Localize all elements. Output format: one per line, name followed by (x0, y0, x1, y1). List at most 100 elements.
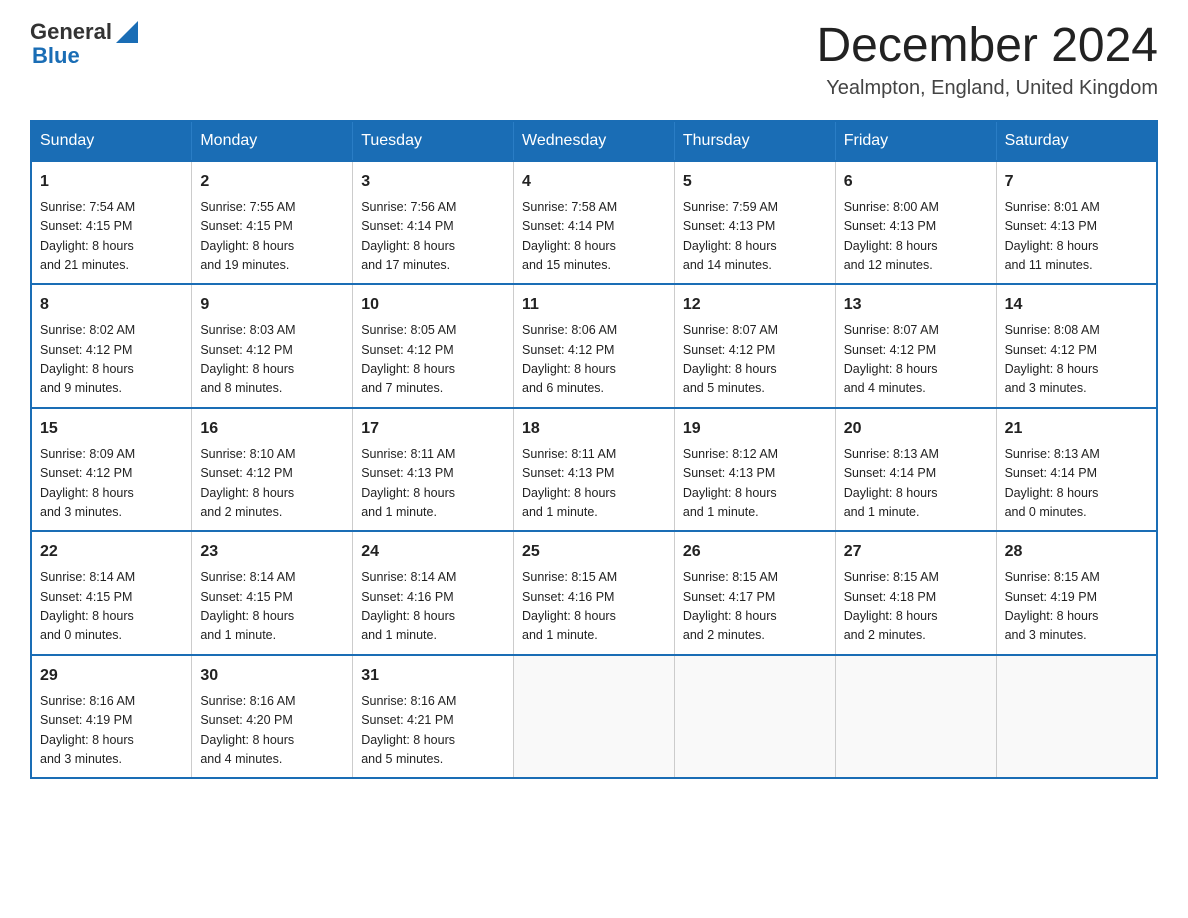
day-number: 16 (200, 417, 344, 441)
calendar-week-row: 15 Sunrise: 8:09 AMSunset: 4:12 PMDayligh… (31, 408, 1157, 532)
calendar-week-row: 22Sunrise: 8:14 AMSunset: 4:15 PMDayligh… (31, 531, 1157, 655)
calendar-cell: 7 Sunrise: 8:01 AMSunset: 4:13 PMDaylight… (996, 161, 1157, 285)
day-number: 8 (40, 293, 183, 317)
page-header: General Blue December 2024 Yealmpton, En… (30, 20, 1158, 100)
calendar-cell (835, 655, 996, 779)
day-number: 13 (844, 293, 988, 317)
day-number: 27 (844, 540, 988, 564)
calendar-cell: 22Sunrise: 8:14 AMSunset: 4:15 PMDayligh… (31, 531, 192, 655)
calendar-cell: 10 Sunrise: 8:05 AMSunset: 4:12 PMDayligh… (353, 284, 514, 408)
day-info: Sunrise: 8:14 AMSunset: 4:15 PMDaylight:… (40, 568, 183, 646)
calendar-table: SundayMondayTuesdayWednesdayThursdayFrid… (30, 120, 1158, 780)
day-number: 25 (522, 540, 666, 564)
day-number: 28 (1005, 540, 1148, 564)
day-number: 15 (40, 417, 183, 441)
day-number: 21 (1005, 417, 1148, 441)
day-info: Sunrise: 8:16 AMSunset: 4:19 PMDaylight:… (40, 692, 183, 770)
day-info: Sunrise: 8:09 AMSunset: 4:12 PMDaylight:… (40, 445, 183, 523)
calendar-cell: 5 Sunrise: 7:59 AMSunset: 4:13 PMDaylight… (674, 161, 835, 285)
title-section: December 2024 Yealmpton, England, United… (816, 20, 1158, 100)
calendar-cell: 12Sunrise: 8:07 AMSunset: 4:12 PMDayligh… (674, 284, 835, 408)
calendar-cell: 6Sunrise: 8:00 AMSunset: 4:13 PMDaylight… (835, 161, 996, 285)
calendar-cell: 17 Sunrise: 8:11 AMSunset: 4:13 PMDayligh… (353, 408, 514, 532)
day-number: 9 (200, 293, 344, 317)
header-sunday: Sunday (31, 121, 192, 161)
day-info: Sunrise: 8:08 AMSunset: 4:12 PMDaylight:… (1005, 321, 1148, 399)
calendar-cell: 2Sunrise: 7:55 AMSunset: 4:15 PMDaylight… (192, 161, 353, 285)
calendar-cell: 26 Sunrise: 8:15 AMSunset: 4:17 PMDayligh… (674, 531, 835, 655)
header-monday: Monday (192, 121, 353, 161)
header-wednesday: Wednesday (514, 121, 675, 161)
day-info: Sunrise: 8:15 AMSunset: 4:18 PMDaylight:… (844, 568, 988, 646)
day-info: Sunrise: 8:07 AMSunset: 4:12 PMDaylight:… (844, 321, 988, 399)
day-number: 3 (361, 170, 505, 194)
calendar-cell: 23 Sunrise: 8:14 AMSunset: 4:15 PMDayligh… (192, 531, 353, 655)
calendar-cell (996, 655, 1157, 779)
day-info: Sunrise: 8:02 AMSunset: 4:12 PMDaylight:… (40, 321, 183, 399)
logo-triangle-icon (116, 21, 138, 43)
calendar-cell: 21 Sunrise: 8:13 AMSunset: 4:14 PMDayligh… (996, 408, 1157, 532)
day-info: Sunrise: 8:11 AMSunset: 4:13 PMDaylight:… (361, 445, 505, 523)
day-number: 19 (683, 417, 827, 441)
day-info: Sunrise: 8:03 AMSunset: 4:12 PMDaylight:… (200, 321, 344, 399)
day-number: 7 (1005, 170, 1148, 194)
calendar-cell: 9 Sunrise: 8:03 AMSunset: 4:12 PMDaylight… (192, 284, 353, 408)
logo-text-blue: Blue (32, 44, 138, 68)
day-info: Sunrise: 8:13 AMSunset: 4:14 PMDaylight:… (844, 445, 988, 523)
calendar-cell: 4Sunrise: 7:58 AMSunset: 4:14 PMDaylight… (514, 161, 675, 285)
calendar-week-row: 1Sunrise: 7:54 AMSunset: 4:15 PMDaylight… (31, 161, 1157, 285)
calendar-cell: 24 Sunrise: 8:14 AMSunset: 4:16 PMDayligh… (353, 531, 514, 655)
day-number: 10 (361, 293, 505, 317)
header-thursday: Thursday (674, 121, 835, 161)
month-title: December 2024 (816, 20, 1158, 73)
calendar-cell: 16 Sunrise: 8:10 AMSunset: 4:12 PMDayligh… (192, 408, 353, 532)
day-info: Sunrise: 8:11 AMSunset: 4:13 PMDaylight:… (522, 445, 666, 523)
day-info: Sunrise: 8:00 AMSunset: 4:13 PMDaylight:… (844, 198, 988, 276)
day-info: Sunrise: 8:16 AMSunset: 4:21 PMDaylight:… (361, 692, 505, 770)
calendar-cell: 14 Sunrise: 8:08 AMSunset: 4:12 PMDayligh… (996, 284, 1157, 408)
day-number: 11 (522, 293, 666, 317)
day-number: 4 (522, 170, 666, 194)
day-info: Sunrise: 8:14 AMSunset: 4:15 PMDaylight:… (200, 568, 344, 646)
header-tuesday: Tuesday (353, 121, 514, 161)
day-info: Sunrise: 8:10 AMSunset: 4:12 PMDaylight:… (200, 445, 344, 523)
day-number: 5 (683, 170, 827, 194)
calendar-cell: 28 Sunrise: 8:15 AMSunset: 4:19 PMDayligh… (996, 531, 1157, 655)
header-saturday: Saturday (996, 121, 1157, 161)
day-info: Sunrise: 8:05 AMSunset: 4:12 PMDaylight:… (361, 321, 505, 399)
day-info: Sunrise: 8:15 AMSunset: 4:19 PMDaylight:… (1005, 568, 1148, 646)
calendar-cell: 8 Sunrise: 8:02 AMSunset: 4:12 PMDaylight… (31, 284, 192, 408)
calendar-cell (514, 655, 675, 779)
day-number: 29 (40, 664, 183, 688)
calendar-week-row: 29 Sunrise: 8:16 AMSunset: 4:19 PMDayligh… (31, 655, 1157, 779)
day-number: 2 (200, 170, 344, 194)
day-number: 18 (522, 417, 666, 441)
day-number: 26 (683, 540, 827, 564)
day-info: Sunrise: 8:01 AMSunset: 4:13 PMDaylight:… (1005, 198, 1148, 276)
logo: General Blue (30, 20, 138, 68)
calendar-cell: 18 Sunrise: 8:11 AMSunset: 4:13 PMDayligh… (514, 408, 675, 532)
day-info: Sunrise: 8:14 AMSunset: 4:16 PMDaylight:… (361, 568, 505, 646)
day-number: 24 (361, 540, 505, 564)
day-number: 14 (1005, 293, 1148, 317)
day-info: Sunrise: 8:15 AMSunset: 4:17 PMDaylight:… (683, 568, 827, 646)
location: Yealmpton, England, United Kingdom (816, 77, 1158, 100)
day-number: 17 (361, 417, 505, 441)
day-info: Sunrise: 8:15 AMSunset: 4:16 PMDaylight:… (522, 568, 666, 646)
calendar-cell: 1Sunrise: 7:54 AMSunset: 4:15 PMDaylight… (31, 161, 192, 285)
day-info: Sunrise: 8:16 AMSunset: 4:20 PMDaylight:… (200, 692, 344, 770)
day-info: Sunrise: 8:13 AMSunset: 4:14 PMDaylight:… (1005, 445, 1148, 523)
calendar-cell: 15 Sunrise: 8:09 AMSunset: 4:12 PMDayligh… (31, 408, 192, 532)
calendar-cell: 20Sunrise: 8:13 AMSunset: 4:14 PMDayligh… (835, 408, 996, 532)
day-number: 30 (200, 664, 344, 688)
day-info: Sunrise: 8:12 AMSunset: 4:13 PMDaylight:… (683, 445, 827, 523)
calendar-cell (674, 655, 835, 779)
calendar-header-row: SundayMondayTuesdayWednesdayThursdayFrid… (31, 121, 1157, 161)
day-number: 1 (40, 170, 183, 194)
day-info: Sunrise: 8:07 AMSunset: 4:12 PMDaylight:… (683, 321, 827, 399)
day-number: 23 (200, 540, 344, 564)
header-friday: Friday (835, 121, 996, 161)
day-info: Sunrise: 7:59 AMSunset: 4:13 PMDaylight:… (683, 198, 827, 276)
calendar-cell: 27 Sunrise: 8:15 AMSunset: 4:18 PMDayligh… (835, 531, 996, 655)
calendar-cell: 31Sunrise: 8:16 AMSunset: 4:21 PMDayligh… (353, 655, 514, 779)
